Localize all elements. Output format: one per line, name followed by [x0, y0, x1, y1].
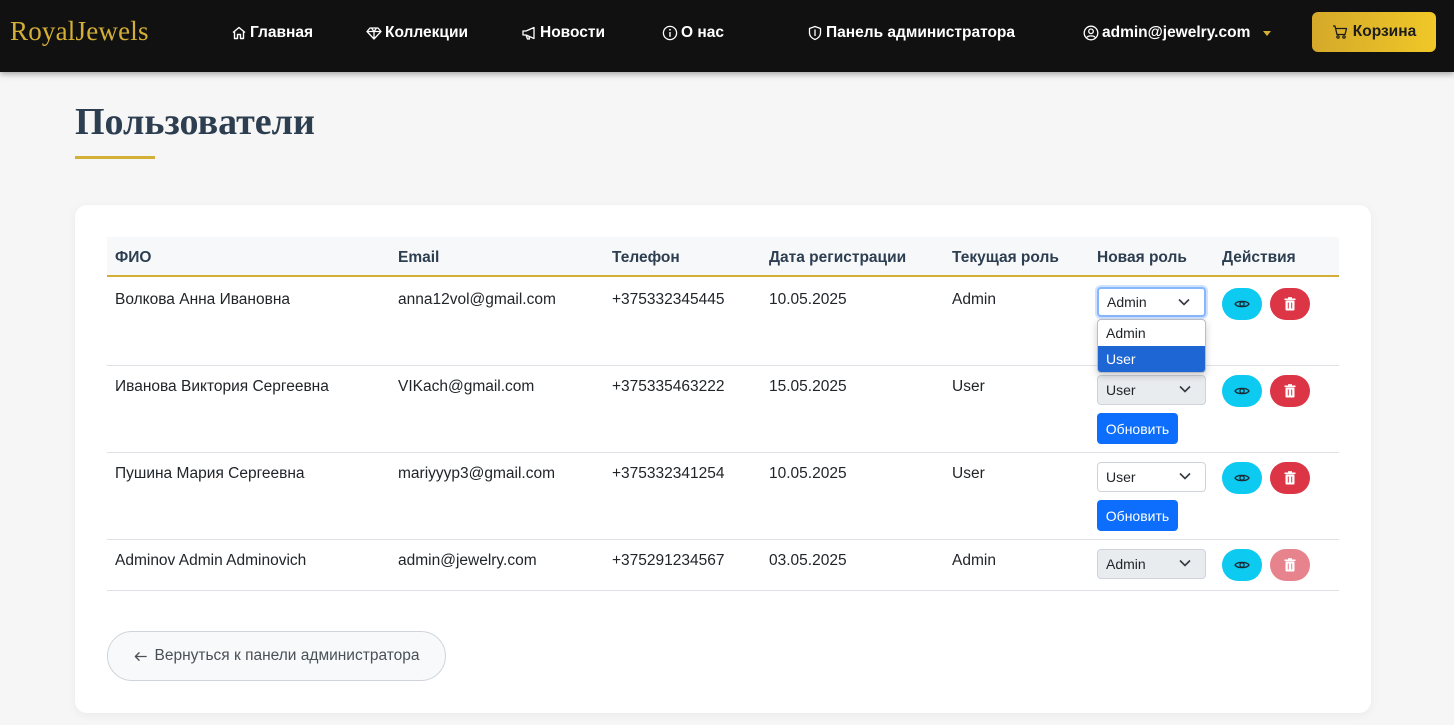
- header-date: Дата регистрации: [769, 249, 907, 266]
- cart-button[interactable]: Корзина: [1312, 12, 1436, 52]
- info-circle-icon: [662, 25, 678, 41]
- header-name: ФИО: [115, 249, 152, 266]
- nav-about[interactable]: О нас: [662, 23, 724, 43]
- user-email-label: admin@jewelry.com: [1102, 24, 1251, 41]
- eye-icon: [1234, 300, 1250, 308]
- row3-date: 10.05.2025: [769, 465, 847, 482]
- row4-date: 03.05.2025: [769, 552, 847, 569]
- row1-role-select-value: Admin: [1107, 294, 1147, 310]
- row-divider: [107, 590, 1339, 591]
- row4-role-select-value: Admin: [1106, 556, 1146, 572]
- user-circle-icon: [1083, 25, 1099, 41]
- header-new-role: Новая роль: [1097, 249, 1187, 266]
- row3-role-select-value: User: [1106, 469, 1136, 485]
- row4-delete-button: [1270, 549, 1310, 581]
- row1-view-button[interactable]: [1222, 288, 1262, 320]
- row-divider: [107, 539, 1339, 540]
- row2-view-button[interactable]: [1222, 375, 1262, 407]
- nav-home[interactable]: Главная: [231, 23, 313, 43]
- back-button-label: Вернуться к панели администратора: [154, 647, 420, 664]
- eye-icon: [1234, 561, 1250, 569]
- row3-view-button[interactable]: [1222, 462, 1262, 494]
- nav-news[interactable]: Новости: [521, 23, 605, 43]
- nav-home-label: Главная: [250, 24, 314, 41]
- row3-delete-button[interactable]: [1270, 462, 1310, 494]
- row1-name: Волкова Анна Ивановна: [115, 291, 291, 308]
- header-phone: Телефон: [612, 249, 680, 266]
- chevron-down-icon: [1179, 472, 1191, 480]
- row2-name: Иванова Виктория Сергеевна: [115, 378, 329, 395]
- chevron-down-icon: [1178, 298, 1190, 306]
- cart-label: Корзина: [1352, 23, 1417, 40]
- top-navbar: RoyalJewels Главная Коллекции Новости О …: [0, 0, 1454, 72]
- trash-icon: [1284, 471, 1296, 485]
- nav-collections[interactable]: Коллекции: [366, 23, 468, 43]
- page-title: Пользователи: [75, 101, 315, 143]
- row4-role-select: Admin: [1097, 549, 1206, 579]
- chevron-down-icon: [1179, 385, 1191, 393]
- row1-role: Admin: [952, 291, 996, 308]
- nav-about-label: О нас: [681, 24, 724, 41]
- nav-admin-panel[interactable]: Панель администратора: [807, 23, 1015, 43]
- user-menu[interactable]: admin@jewelry.com: [1083, 23, 1272, 43]
- header-email: Email: [398, 249, 440, 266]
- eye-icon: [1234, 474, 1250, 482]
- row3-update-button[interactable]: Обновить: [1097, 500, 1178, 531]
- row4-view-button[interactable]: [1222, 549, 1262, 581]
- row2-date: 15.05.2025: [769, 378, 847, 395]
- trash-icon: [1284, 297, 1296, 311]
- row2-delete-button[interactable]: [1270, 375, 1310, 407]
- header-actions: Действия: [1222, 249, 1296, 266]
- row4-phone: +375291234567: [612, 552, 725, 569]
- nav-admin-panel-label: Панель администратора: [826, 24, 1016, 41]
- title-underline: [75, 156, 155, 159]
- house-icon: [232, 26, 246, 40]
- row-divider: [107, 452, 1339, 453]
- row2-role: User: [952, 378, 985, 395]
- eye-icon: [1234, 387, 1250, 395]
- row3-role: User: [952, 465, 985, 482]
- cart-icon: [1332, 25, 1347, 39]
- row3-phone: +375332341254: [612, 465, 725, 482]
- trash-icon: [1284, 384, 1296, 398]
- gem-icon: [366, 27, 382, 40]
- row3-email: mariyyyp3@gmail.com: [398, 465, 555, 482]
- dropdown-option-user[interactable]: User: [1098, 346, 1205, 372]
- row2-role-select[interactable]: User: [1097, 375, 1206, 405]
- row1-email: anna12vol@gmail.com: [398, 291, 556, 308]
- table-header: ФИО Email Телефон Дата регистрации Текущ…: [107, 237, 1339, 277]
- back-to-admin-button[interactable]: Вернуться к панели администратора: [107, 631, 446, 681]
- megaphone-icon: [522, 26, 535, 40]
- header-current-role: Текущая роль: [952, 249, 1059, 266]
- trash-icon: [1284, 558, 1296, 572]
- chevron-down-icon: [1263, 30, 1272, 36]
- nav-collections-label: Коллекции: [385, 24, 468, 41]
- row1-role-select[interactable]: Admin: [1097, 287, 1206, 317]
- row2-update-button[interactable]: Обновить: [1097, 413, 1178, 444]
- shield-icon: [808, 25, 822, 41]
- role-dropdown-list: Admin User: [1097, 319, 1206, 373]
- nav-news-label: Новости: [540, 24, 605, 41]
- row1-phone: +375332345445: [612, 291, 725, 308]
- arrow-left-icon: [135, 651, 148, 661]
- row2-phone: +375335463222: [612, 378, 725, 395]
- row2-role-select-value: User: [1106, 382, 1136, 398]
- row4-name: Adminov Admin Adminovich: [115, 552, 307, 569]
- row1-date: 10.05.2025: [769, 291, 847, 308]
- row4-role: Admin: [952, 552, 996, 569]
- row2-email: VIKach@gmail.com: [398, 378, 535, 395]
- row1-delete-button[interactable]: [1270, 288, 1310, 320]
- row4-email: admin@jewelry.com: [398, 552, 537, 569]
- row3-role-select[interactable]: User: [1097, 462, 1206, 492]
- dropdown-option-admin[interactable]: Admin: [1098, 320, 1205, 346]
- brand-logo[interactable]: RoyalJewels: [10, 16, 149, 47]
- row3-name: Пушина Мария Сергеевна: [115, 465, 305, 482]
- chevron-down-icon: [1179, 559, 1191, 567]
